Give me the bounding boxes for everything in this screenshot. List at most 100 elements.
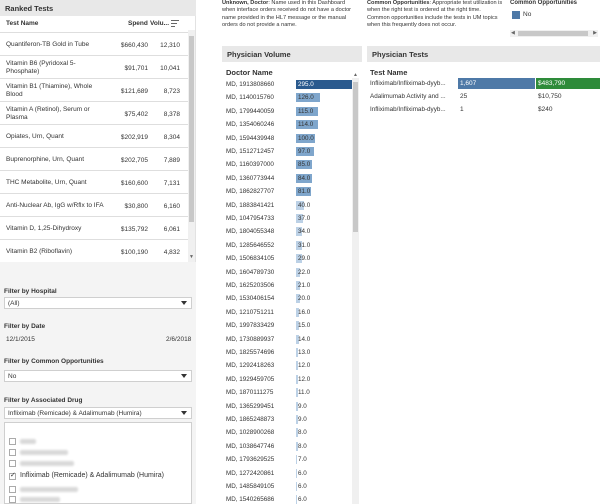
- scroll-down-icon[interactable]: ▼: [189, 254, 194, 260]
- physician-row[interactable]: MD, 1360773944 84.0: [226, 173, 350, 184]
- test-name: Vitamin B1 (Thiamine), Whole Blood: [6, 83, 93, 98]
- physician-row[interactable]: MD, 1625203506 21.0: [226, 281, 350, 291]
- physician-row[interactable]: MD, 1929459705 12.0: [226, 374, 350, 385]
- physician-row[interactable]: MD, 1870111275 11.0: [226, 388, 350, 398]
- physician-row[interactable]: MD, 1272420861 6.0: [226, 468, 350, 479]
- volume-value: 22.0: [298, 268, 311, 276]
- checkbox-checked[interactable]: [9, 471, 16, 480]
- volume-bar: [296, 468, 298, 478]
- physician-row[interactable]: MD, 1140015760 126.0: [226, 93, 350, 103]
- col-doctor-name[interactable]: Doctor Name: [226, 68, 273, 77]
- legend-item[interactable]: No: [512, 10, 592, 20]
- doctor-name: MD, 1506834105: [226, 255, 275, 263]
- scroll-up-icon[interactable]: ▲: [353, 72, 358, 78]
- filter-drug-dropdown[interactable]: Infliximab (Remicade) & Adalimumab (Humi…: [4, 407, 192, 419]
- physician-row[interactable]: MD, 1997833429 15.0: [226, 321, 350, 331]
- physician-row[interactable]: MD, 1883841421 40.0: [226, 200, 350, 211]
- physician-row[interactable]: MD, 1354060246 114.0: [226, 120, 350, 130]
- test-spend: $91,701: [124, 64, 149, 72]
- volume-value: 12.0: [298, 375, 311, 383]
- physician-test-row[interactable]: Adalimumab Activity and ... 25 $10,750: [370, 91, 600, 103]
- table-row[interactable]: Opiates, Urn, Quant $202,919 8,304: [0, 124, 188, 148]
- filter-hospital-dropdown[interactable]: (All): [4, 297, 192, 309]
- filter-hospital-value: (All): [8, 300, 20, 307]
- volume-value: 12.0: [298, 362, 311, 370]
- table-row[interactable]: Vitamin B2 (Riboflavin) $100,190 4,832: [0, 239, 188, 263]
- physician-row[interactable]: MD, 1506834105 29.0: [226, 254, 350, 264]
- col-volume[interactable]: Volu...: [150, 20, 169, 27]
- drug-option[interactable]: [9, 437, 187, 447]
- physician-row[interactable]: MD, 1604789730 22.0: [226, 267, 350, 278]
- physician-test-spend: $483,790: [536, 78, 600, 89]
- test-spend: $121,689: [120, 87, 148, 95]
- physician-test-row[interactable]: Infliximab/Infliximab-dyyb... 1,607 $483,7…: [370, 78, 600, 90]
- physician-row[interactable]: MD, 1730889937 14.0: [226, 334, 350, 345]
- physician-row[interactable]: MD, 1028900268 8.0: [226, 428, 350, 438]
- doctor-name: MD, 1540265686: [226, 496, 275, 504]
- physician-test-row[interactable]: Infliximab/Infliximab-dyyb... 1 $240: [370, 104, 600, 116]
- col-test-name[interactable]: Test Name: [6, 20, 38, 27]
- table-row[interactable]: Quantiferon-TB Gold in Tube $660,430 12,31…: [0, 32, 188, 56]
- scroll-right-icon[interactable]: ▶: [593, 30, 597, 36]
- physician-row[interactable]: MD, 1285646552 31.0: [226, 240, 350, 251]
- scrollbar-thumb[interactable]: [189, 36, 194, 222]
- physician-row[interactable]: MD, 1804055348 34.0: [226, 227, 350, 237]
- drug-option[interactable]: [9, 448, 187, 458]
- table-row[interactable]: Vitamin B6 (Pyridoxal 5-Phosphate) $91,70…: [0, 55, 188, 79]
- table-row[interactable]: Anti-Nuclear Ab, IgG w/Rflx to IFA $30,80…: [0, 193, 188, 217]
- physician-row[interactable]: MD, 1913808660 295.0: [226, 80, 352, 90]
- physician-row[interactable]: MD, 1865248873 9.0: [226, 415, 350, 425]
- filter-date-start[interactable]: 12/1/2015: [6, 336, 35, 343]
- drug-option[interactable]: [9, 495, 187, 504]
- physician-row[interactable]: MD, 1160397000 85.0: [226, 160, 350, 170]
- physician-row[interactable]: MD, 1512712457 97.0: [226, 147, 350, 157]
- physician-row[interactable]: MD, 1485849105 6.0: [226, 482, 350, 492]
- physician-row[interactable]: MD, 1862827707 81.0: [226, 187, 350, 197]
- test-volume: 6,061: [163, 225, 180, 233]
- table-row[interactable]: Vitamin B1 (Thiamine), Whole Blood $121,6…: [0, 78, 188, 102]
- physician-row[interactable]: MD, 1799440059 115.0: [226, 106, 350, 117]
- checkbox[interactable]: [9, 449, 16, 456]
- physician-row[interactable]: MD, 1825574696 13.0: [226, 348, 350, 358]
- legend-scrollbar[interactable]: ◀ ▶: [510, 30, 598, 37]
- test-spend: $75,402: [124, 110, 149, 118]
- drug-option[interactable]: [9, 485, 187, 495]
- checkbox[interactable]: [9, 496, 16, 503]
- sort-icon[interactable]: [171, 20, 179, 27]
- doctor-name: MD, 1160397000: [226, 161, 274, 169]
- unknown-doctor-note: Unknown, Doctor: Name used in this Dashb…: [222, 0, 360, 30]
- physician-row[interactable]: MD, 1793629525 7.0: [226, 455, 350, 465]
- scrollbar-thumb[interactable]: [353, 82, 358, 232]
- filter-date-end[interactable]: 2/6/2018: [166, 336, 191, 343]
- physician-row[interactable]: MD, 1540265686 6.0: [226, 495, 350, 504]
- col-test-name[interactable]: Test Name: [370, 68, 407, 77]
- test-volume: 12,310: [160, 41, 180, 49]
- filter-common-dropdown[interactable]: No: [4, 370, 192, 382]
- table-row[interactable]: Vitamin A (Retinol), Serum or Plasma $75,…: [0, 101, 188, 125]
- physician-row[interactable]: MD, 1365299451 9.0: [226, 401, 350, 412]
- physician-row[interactable]: MD, 1292418263 12.0: [226, 361, 350, 371]
- test-name: Vitamin B2 (Riboflavin): [6, 248, 72, 255]
- physician-row[interactable]: MD, 1210751211 16.0: [226, 307, 350, 318]
- checkbox[interactable]: [9, 486, 16, 493]
- scroll-left-icon[interactable]: ◀: [511, 30, 515, 36]
- checkbox[interactable]: [9, 460, 16, 467]
- physician-row[interactable]: MD, 1594439948 100.0: [226, 133, 350, 144]
- table-row[interactable]: Vitamin D, 1,25-Dihydroxy $135,792 6,061: [0, 216, 188, 240]
- physician-row[interactable]: MD, 1530406154 20.0: [226, 294, 350, 304]
- checkbox[interactable]: [9, 438, 16, 445]
- physician-volume-scrollbar[interactable]: ▲: [352, 72, 359, 504]
- physician-row[interactable]: MD, 1047954733 37.0: [226, 214, 350, 224]
- left-panel: Ranked Tests Test Name Spend Volu... Qua…: [0, 0, 196, 504]
- drug-option-selected[interactable]: Infliximab (Remicade) & Adalimumab (Humi…: [9, 471, 187, 482]
- physician-row[interactable]: MD, 1038647746 8.0: [226, 441, 350, 452]
- test-volume: 6,160: [163, 202, 180, 210]
- table-row[interactable]: Buprenorphine, Urn, Quant $202,705 7,889: [0, 147, 188, 171]
- test-name: Opiates, Urn, Quant: [6, 133, 64, 140]
- col-spend[interactable]: Spend: [128, 20, 148, 27]
- drug-option[interactable]: [9, 459, 187, 469]
- table-row[interactable]: THC Metabolite, Urn, Quant $160,600 7,131: [0, 170, 188, 194]
- ranked-tests-scrollbar[interactable]: ▼: [188, 30, 195, 262]
- scrollbar-thumb[interactable]: [518, 31, 588, 36]
- volume-value: 7.0: [298, 456, 307, 464]
